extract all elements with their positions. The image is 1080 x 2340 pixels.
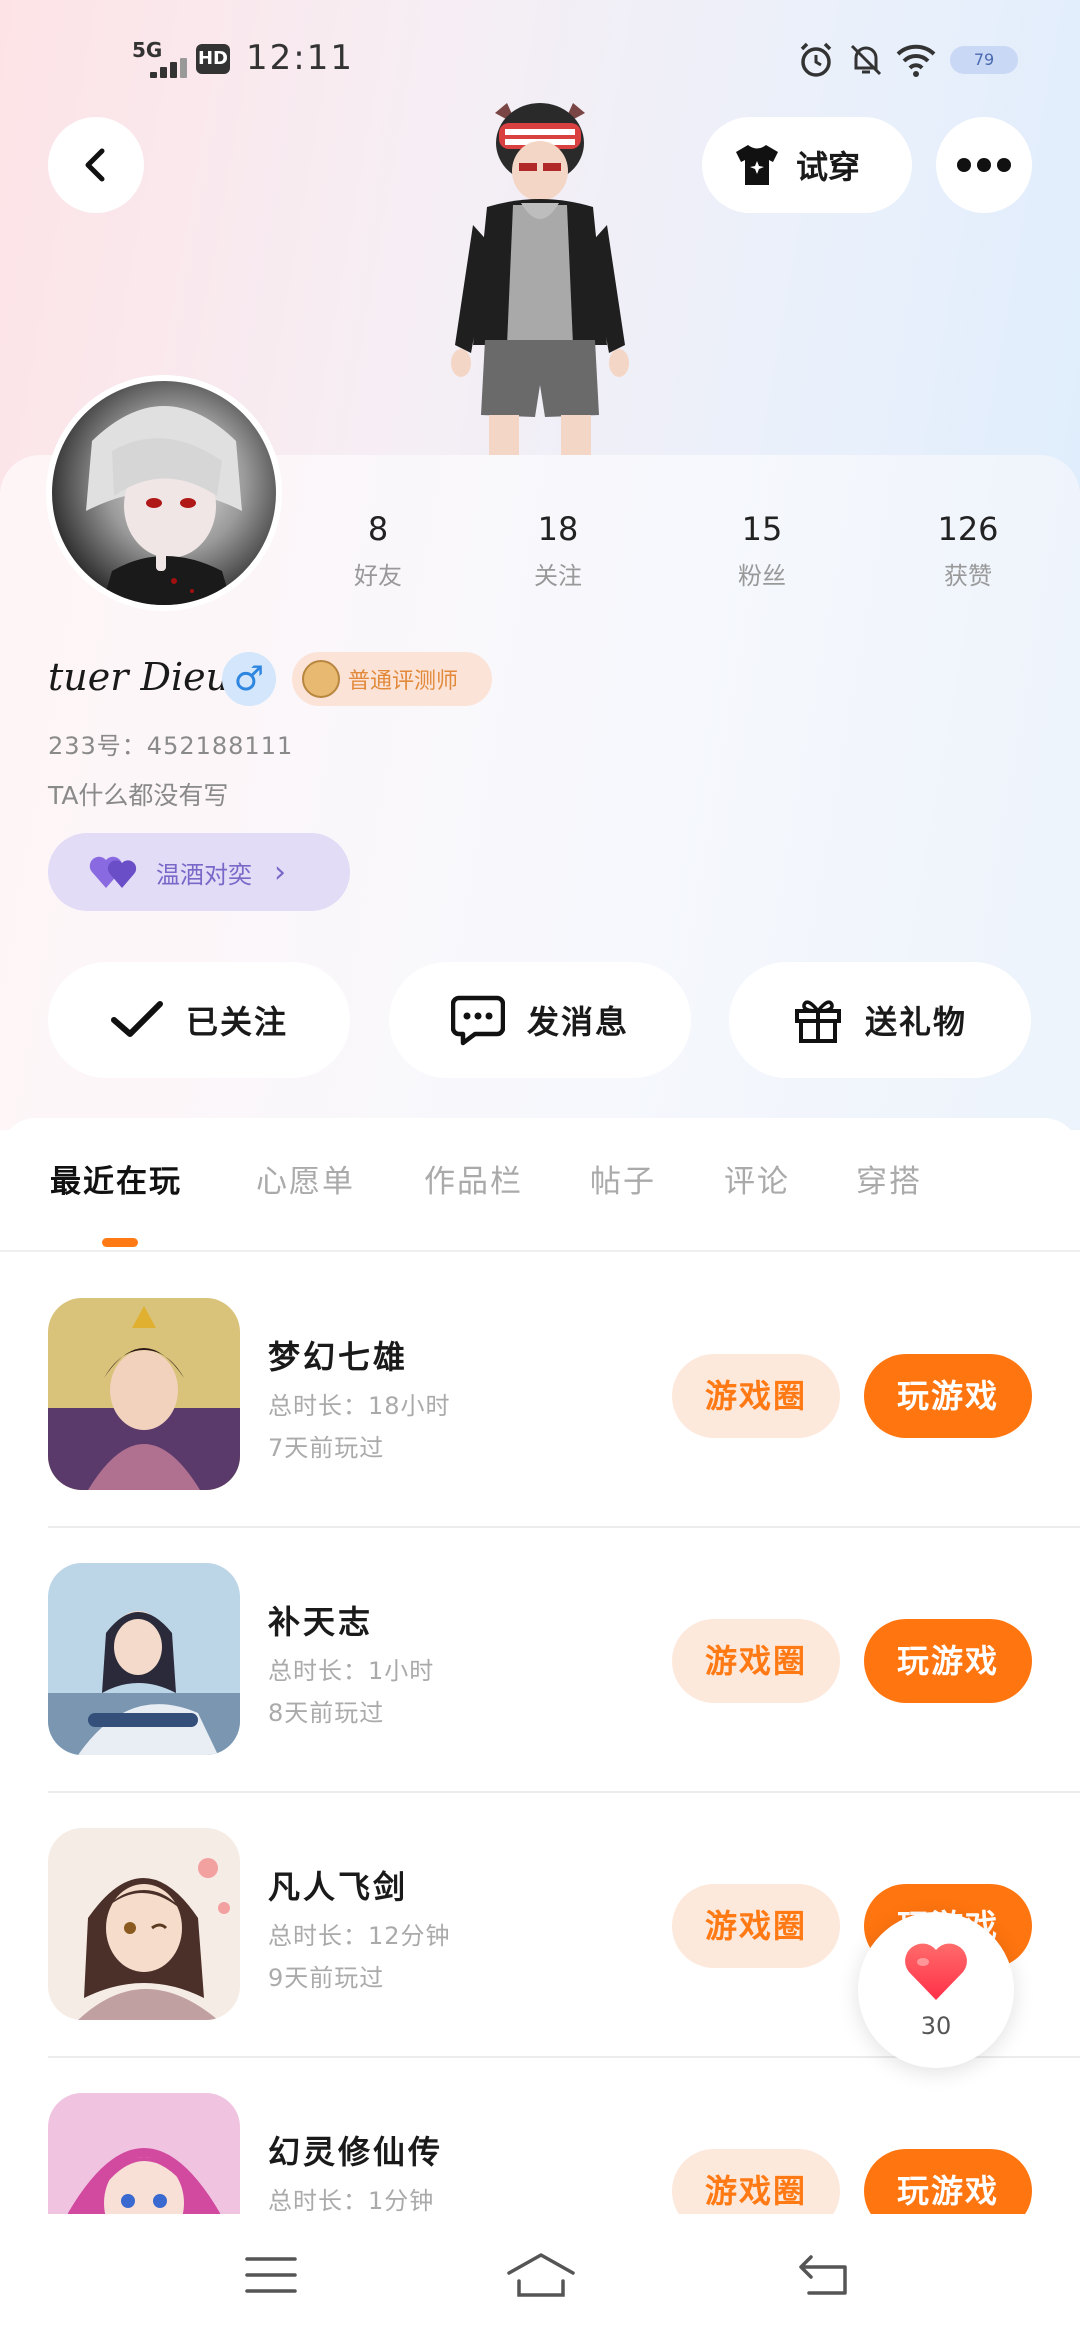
- stat-number: 8: [367, 510, 389, 548]
- tab-active-indicator: [102, 1238, 138, 1247]
- tab-recently-played[interactable]: 最近在玩: [50, 1156, 182, 1201]
- list-item[interactable]: 梦幻七雄 总时长：18小时 7天前玩过 游戏圈 玩游戏: [0, 1298, 1080, 1563]
- game-last-played: 8天前玩过: [268, 1699, 385, 1727]
- stat-label: 粉丝: [738, 562, 786, 590]
- stat-label: 好友: [354, 562, 402, 590]
- signal-icon: [150, 58, 188, 78]
- game-playtime: 总时长：1分钟: [268, 2187, 435, 2214]
- tab-posts[interactable]: 帖子: [590, 1156, 656, 1201]
- return-icon: [799, 2255, 847, 2295]
- user-id: 233号：452188111: [48, 732, 294, 760]
- list-item[interactable]: 补天志 总时长：1小时 8天前玩过 游戏圈 玩游戏: [0, 1563, 1080, 1828]
- more-button[interactable]: [936, 117, 1032, 213]
- stat-label: 关注: [534, 562, 582, 590]
- game-playtime: 总时长：18小时: [268, 1392, 451, 1420]
- duo-label: 温酒对奕: [156, 860, 252, 889]
- divider: [48, 1526, 1080, 1528]
- checkmark-icon: [110, 1001, 163, 1037]
- chevron-right-icon: ›: [274, 854, 286, 890]
- badge-medal-icon: [302, 660, 340, 698]
- message-label: 发消息: [526, 1003, 629, 1041]
- gift-button[interactable]: 送礼物: [729, 962, 1031, 1078]
- back-nav-button[interactable]: [778, 2240, 868, 2310]
- game-circle-button[interactable]: 游戏圈: [672, 1619, 840, 1703]
- stat-number: 15: [741, 510, 783, 548]
- game-circle-button[interactable]: 游戏圈: [672, 2149, 840, 2214]
- reviewer-badge[interactable]: 普通评测师: [292, 652, 492, 706]
- gift-label: 送礼物: [864, 1003, 967, 1041]
- tshirt-icon: [736, 145, 778, 185]
- mute-bell-icon: [850, 44, 882, 76]
- more-dots-icon: [957, 158, 1011, 172]
- game-playtime: 总时长：1小时: [268, 1657, 435, 1685]
- game-circle-button[interactable]: 游戏圈: [672, 1354, 840, 1438]
- duo-partner-button[interactable]: 温酒对奕 ›: [48, 833, 350, 911]
- avatar-3d-figure[interactable]: [425, 95, 655, 455]
- stat-followers[interactable]: 15 粉丝: [692, 510, 832, 591]
- like-count: 30: [920, 2012, 952, 2040]
- play-game-button[interactable]: 玩游戏: [864, 1619, 1032, 1703]
- back-button[interactable]: [48, 117, 144, 213]
- stat-number: 126: [937, 510, 999, 548]
- clock: 12:11: [246, 38, 354, 78]
- stat-likes[interactable]: 126 获赞: [898, 510, 1038, 591]
- stat-label: 获赞: [944, 562, 992, 590]
- wifi-icon: [896, 44, 936, 77]
- game-name: 幻灵修仙传: [268, 2133, 444, 2171]
- username: tuer Dieu.: [48, 655, 243, 699]
- try-on-label: 试穿: [796, 148, 861, 186]
- hd-icon: HD: [196, 44, 230, 74]
- game-last-played: 7天前玩过: [268, 1434, 385, 1462]
- game-last-played: 9天前玩过: [268, 1964, 385, 1992]
- heart-icon: [905, 1943, 967, 2000]
- game-name: 补天志: [268, 1603, 374, 1641]
- tab-wishlist[interactable]: 心愿单: [256, 1156, 355, 1201]
- message-button[interactable]: 发消息: [389, 962, 691, 1078]
- alarm-icon: [800, 42, 832, 77]
- game-name: 凡人飞剑: [268, 1868, 409, 1906]
- try-on-button[interactable]: 试穿: [702, 117, 912, 213]
- menu-button[interactable]: [226, 2240, 316, 2310]
- tab-comments[interactable]: 评论: [724, 1156, 790, 1201]
- tab-works[interactable]: 作品栏: [424, 1156, 523, 1201]
- game-icon[interactable]: [48, 2093, 240, 2214]
- divider: [48, 1791, 1080, 1793]
- chat-bubble-icon: [450, 995, 505, 1046]
- game-playtime: 总时长：12分钟: [268, 1922, 451, 1950]
- play-game-button[interactable]: 玩游戏: [864, 2149, 1032, 2214]
- home-icon: [507, 2253, 575, 2297]
- divider: [0, 1250, 1080, 1252]
- menu-icon: [245, 2257, 297, 2293]
- game-icon[interactable]: [48, 1828, 240, 2020]
- game-circle-button[interactable]: 游戏圈: [672, 1884, 840, 1968]
- double-heart-icon: [89, 856, 137, 888]
- battery-indicator: 79: [950, 46, 1018, 74]
- game-icon[interactable]: [48, 1563, 240, 1755]
- game-name: 梦幻七雄: [268, 1338, 409, 1376]
- play-game-button[interactable]: 玩游戏: [864, 1354, 1032, 1438]
- stat-friends[interactable]: 8 好友: [308, 510, 448, 591]
- follow-label: 已关注: [185, 1003, 288, 1041]
- avatar[interactable]: [46, 375, 282, 611]
- tab-outfits[interactable]: 穿搭: [856, 1156, 922, 1201]
- badge-label: 普通评测师: [348, 669, 459, 694]
- game-icon[interactable]: [48, 1298, 240, 1490]
- male-icon: ♂: [222, 652, 276, 706]
- list-item[interactable]: 幻灵修仙传 总时长：1分钟 游戏圈 玩游戏: [0, 2093, 1080, 2214]
- back-arrow-icon: [85, 148, 105, 182]
- like-button[interactable]: 30: [858, 1912, 1014, 2068]
- home-button[interactable]: [496, 2240, 586, 2310]
- stat-following[interactable]: 18 关注: [488, 510, 628, 591]
- user-bio: TA什么都没有写: [48, 781, 229, 810]
- gift-icon: [794, 1000, 841, 1043]
- avatar-image: [52, 381, 276, 605]
- follow-button[interactable]: 已关注: [48, 962, 350, 1078]
- stat-number: 18: [537, 510, 579, 548]
